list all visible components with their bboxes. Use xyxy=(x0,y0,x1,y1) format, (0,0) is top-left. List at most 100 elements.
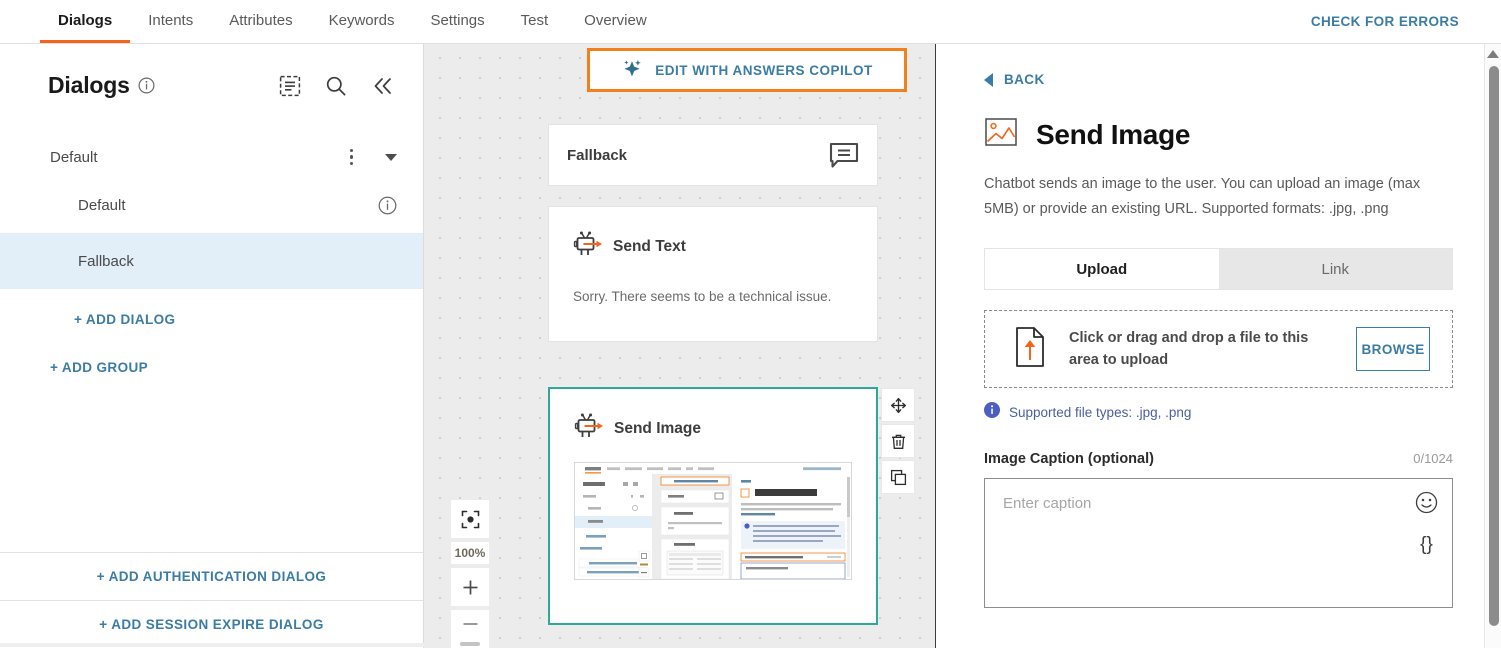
tab-upload-label: Upload xyxy=(1076,260,1128,278)
tab-upload[interactable]: Upload xyxy=(985,249,1219,289)
canvas-card-send-image-title: Send Image xyxy=(614,419,701,437)
dialog-group-default[interactable]: Default xyxy=(0,137,423,177)
caption-character-counter: 0/1024 xyxy=(1413,451,1453,466)
fit-to-screen-button[interactable] xyxy=(451,500,489,538)
canvas-card-send-text-title: Send Text xyxy=(613,237,686,255)
sparkle-icon xyxy=(621,57,643,84)
add-group-button[interactable]: + ADD GROUP xyxy=(0,329,423,377)
caption-placeholder: Enter caption xyxy=(1003,495,1092,512)
sidebar-horizontal-scrollbar[interactable] xyxy=(0,642,424,648)
panel-title: Send Image xyxy=(1036,118,1191,150)
tab-intents-label: Intents xyxy=(148,11,194,29)
canvas-card-send-text[interactable]: Send Text Sorry. There seems to be a tec… xyxy=(548,206,878,342)
caption-input[interactable]: Enter caption {} xyxy=(984,478,1453,608)
add-authentication-dialog-label: + ADD AUTHENTICATION DIALOG xyxy=(96,569,327,584)
dialogs-sidebar: Dialogs Default Default Fallback + ADD D… xyxy=(0,44,424,648)
tab-test-label: Test xyxy=(520,11,549,29)
search-icon[interactable] xyxy=(325,75,347,97)
sidebar-header-actions xyxy=(279,75,395,97)
tab-settings[interactable]: Settings xyxy=(412,0,502,43)
emoji-icon[interactable] xyxy=(1415,491,1438,519)
caption-label: Image Caption (optional) xyxy=(984,451,1154,467)
add-session-expire-dialog-label: + ADD SESSION EXPIRE DIALOG xyxy=(99,617,324,632)
chat-bubble-icon xyxy=(829,142,859,169)
info-icon[interactable] xyxy=(138,77,155,94)
panel-vertical-scrollbar[interactable] xyxy=(1484,44,1501,648)
edit-with-answers-copilot-label: EDIT WITH ANSWERS COPILOT xyxy=(655,62,873,78)
caption-input-actions: {} xyxy=(1415,491,1438,554)
add-authentication-dialog-button[interactable]: + ADD AUTHENTICATION DIALOG xyxy=(0,552,423,600)
move-node-button[interactable] xyxy=(882,389,914,421)
main-tabs: Dialogs Intents Attributes Keywords Sett… xyxy=(0,0,665,43)
dialog-group-label: Default xyxy=(50,148,98,166)
canvas-card-fallback-title: Fallback xyxy=(567,146,628,164)
sidebar-item-fallback[interactable]: Fallback xyxy=(0,233,423,289)
tab-intents[interactable]: Intents xyxy=(130,0,211,43)
canvas-card-send-text-body: Sorry. There seems to be a technical iss… xyxy=(573,289,832,304)
collapse-panel-icon[interactable] xyxy=(371,75,395,97)
tab-link-label: Link xyxy=(1321,260,1350,278)
tab-test[interactable]: Test xyxy=(503,0,567,43)
info-circle-icon xyxy=(984,402,1000,423)
top-navigation-bar: Dialogs Intents Attributes Keywords Sett… xyxy=(0,0,1501,44)
tab-dialogs[interactable]: Dialogs xyxy=(40,0,131,43)
zoom-level-label: 100% xyxy=(451,542,489,564)
sidebar-item-label: Fallback xyxy=(78,252,134,270)
dialog-flow-canvas[interactable]: EDIT WITH ANSWERS COPILOT Fallback Send … xyxy=(424,44,935,648)
supported-types-text: Supported file types: .jpg, .png xyxy=(1009,405,1192,420)
add-session-expire-dialog-button[interactable]: + ADD SESSION EXPIRE DIALOG xyxy=(0,600,423,648)
sidebar-footer: + ADD AUTHENTICATION DIALOG + ADD SESSIO… xyxy=(0,552,423,648)
tab-settings-label: Settings xyxy=(430,11,485,29)
canvas-card-send-image-header: Send Image xyxy=(574,411,856,446)
edit-with-answers-copilot-button[interactable]: EDIT WITH ANSWERS COPILOT xyxy=(587,48,907,92)
dialog-group-actions xyxy=(344,145,397,170)
caption-header: Image Caption (optional) 0/1024 xyxy=(984,451,1453,467)
add-dialog-button[interactable]: + ADD DIALOG xyxy=(0,289,423,329)
send-image-preview-thumbnail xyxy=(574,462,852,580)
canvas-card-fallback[interactable]: Fallback xyxy=(548,124,878,186)
back-arrow-icon xyxy=(984,72,993,87)
node-settings-panel: BACK Send Image Chatbot sends an image t… xyxy=(935,44,1501,648)
tab-link[interactable]: Link xyxy=(1218,249,1452,289)
dialog-list-icon[interactable] xyxy=(279,75,301,97)
scrollbar-thumb[interactable] xyxy=(0,643,424,647)
variable-placeholder-icon[interactable]: {} xyxy=(1420,535,1433,554)
scrollbar-thumb[interactable] xyxy=(1488,66,1499,626)
tab-overview-label: Overview xyxy=(584,11,647,29)
tab-attributes[interactable]: Attributes xyxy=(211,0,310,43)
tab-dialogs-label: Dialogs xyxy=(58,11,113,29)
browse-button[interactable]: BROWSE xyxy=(1356,327,1430,371)
canvas-zoom-control: 100% xyxy=(451,500,489,648)
tab-keywords-label: Keywords xyxy=(328,11,395,29)
page-title: Dialogs xyxy=(48,72,130,98)
zoom-in-button[interactable] xyxy=(451,568,489,606)
panel-header: Send Image xyxy=(984,115,1453,154)
check-for-errors-button[interactable]: CHECK FOR ERRORS xyxy=(1311,14,1459,29)
sidebar-item-label: Default xyxy=(78,196,126,214)
image-icon xyxy=(984,115,1018,154)
tab-attributes-label: Attributes xyxy=(229,11,293,29)
delete-node-button[interactable] xyxy=(882,425,914,457)
sidebar-item-default[interactable]: Default xyxy=(0,177,423,233)
tab-keywords[interactable]: Keywords xyxy=(311,0,413,43)
chevron-down-icon[interactable] xyxy=(385,153,397,161)
info-icon[interactable] xyxy=(378,196,397,215)
file-dropzone[interactable]: Click or drag and drop a file to this ar… xyxy=(984,310,1453,388)
panel-description: Chatbot sends an image to the user. You … xyxy=(984,176,1421,217)
workspace: Dialogs Default Default Fallback + ADD D… xyxy=(0,44,1501,648)
canvas-horizontal-scrollbar[interactable] xyxy=(460,642,480,646)
source-tabs: Upload Link xyxy=(984,248,1453,290)
back-button[interactable]: BACK xyxy=(984,72,1453,87)
supported-types-row: Supported file types: .jpg, .png xyxy=(984,402,1453,423)
add-dialog-label: + ADD DIALOG xyxy=(74,312,176,327)
file-dropzone-text: Click or drag and drop a file to this ar… xyxy=(1069,330,1309,368)
sidebar-header: Dialogs xyxy=(0,44,423,99)
canvas-card-send-text-header: Send Text xyxy=(573,229,857,264)
tab-overview[interactable]: Overview xyxy=(566,0,665,43)
add-group-label: + ADD GROUP xyxy=(50,360,149,375)
canvas-card-send-image[interactable]: Send Image xyxy=(548,387,878,625)
upload-file-icon xyxy=(1011,326,1049,373)
more-options-icon[interactable] xyxy=(344,145,360,170)
scroll-up-arrow-icon[interactable] xyxy=(1487,50,1499,58)
duplicate-node-button[interactable] xyxy=(882,461,914,493)
